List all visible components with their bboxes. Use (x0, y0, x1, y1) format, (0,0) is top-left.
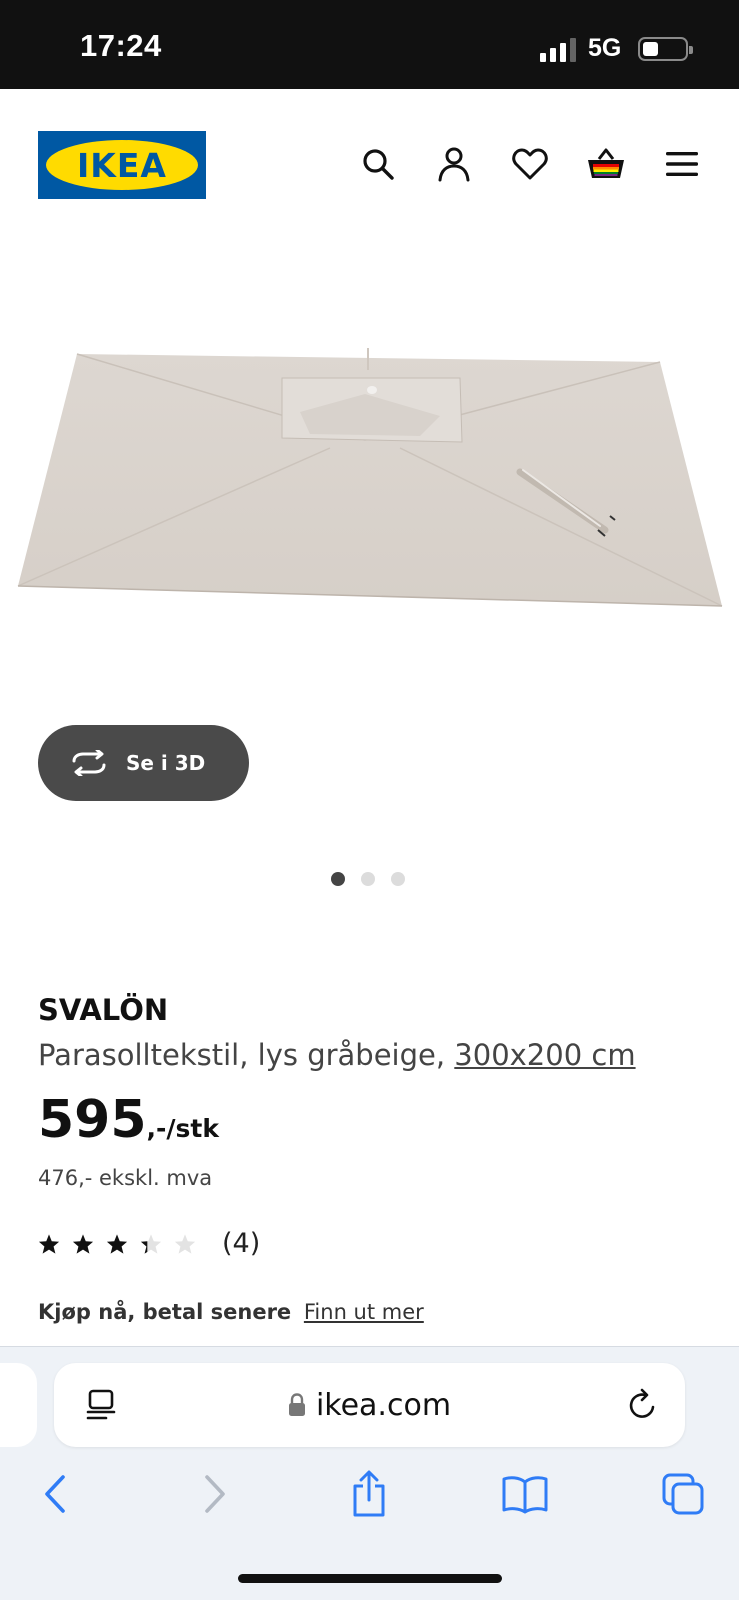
product-size-link[interactable]: 300x200 cm (454, 1038, 635, 1072)
signal-icon (540, 38, 578, 62)
address-bar[interactable]: ikea.com (54, 1363, 685, 1447)
lock-icon (288, 1393, 305, 1416)
network-type: 5G (588, 34, 622, 62)
tabs-icon[interactable] (658, 1472, 708, 1516)
product-name: SVALÖN (38, 993, 169, 1027)
product-description-text: Parasolltekstil, lys gråbeige, (38, 1038, 446, 1072)
carousel-dots (331, 872, 405, 886)
price-main: 595 (38, 1090, 147, 1150)
search-icon[interactable] (358, 144, 398, 184)
heart-icon[interactable] (510, 144, 550, 184)
star-full-icon (72, 1233, 94, 1254)
review-count: (4) (222, 1228, 261, 1259)
bnpl-learn-more-link[interactable]: Finn ut mer (304, 1300, 424, 1324)
forward-icon[interactable] (190, 1472, 240, 1516)
battery-icon (638, 37, 693, 61)
product-rating[interactable]: (4) (38, 1228, 260, 1259)
rotate-3d-icon (72, 750, 106, 776)
star-half-icon (140, 1233, 162, 1254)
carousel-dot[interactable] (361, 872, 375, 886)
menu-icon[interactable] (662, 144, 702, 184)
carousel-dot[interactable] (331, 872, 345, 886)
product-description: Parasolltekstil, lys gråbeige, 300x200 c… (38, 1038, 636, 1072)
product-image[interactable] (0, 330, 739, 630)
rating-stars (38, 1233, 196, 1255)
carousel-dot[interactable] (391, 872, 405, 886)
status-time: 17:24 (80, 28, 162, 63)
url-domain: ikea.com (315, 1387, 452, 1423)
buy-now-pay-later: Kjøp nå, betal senere Finn ut mer (38, 1300, 424, 1324)
view-3d-button[interactable]: Se i 3D (38, 725, 249, 801)
star-full-icon (106, 1233, 128, 1254)
back-icon[interactable] (30, 1472, 80, 1516)
ikea-logo[interactable]: IKEA (38, 131, 206, 199)
star-empty-icon (174, 1233, 196, 1254)
home-indicator[interactable] (238, 1574, 502, 1583)
reload-icon[interactable] (625, 1387, 661, 1428)
price-ex-vat: 476,- ekskl. mva (38, 1166, 213, 1190)
star-full-icon (38, 1233, 60, 1254)
bnpl-text: Kjøp nå, betal senere (38, 1300, 292, 1324)
logo-text: IKEA (77, 145, 167, 185)
view-3d-label: Se i 3D (126, 751, 206, 775)
product-price: 595,-/stk (38, 1090, 219, 1150)
bookmarks-icon[interactable] (500, 1472, 550, 1516)
price-suffix: ,-/stk (146, 1114, 220, 1143)
previous-tab-peek[interactable] (0, 1363, 37, 1447)
status-bar: 17:24 5G (0, 0, 739, 89)
basket-icon[interactable] (586, 144, 626, 184)
account-icon[interactable] (434, 144, 474, 184)
share-icon[interactable] (344, 1470, 394, 1517)
